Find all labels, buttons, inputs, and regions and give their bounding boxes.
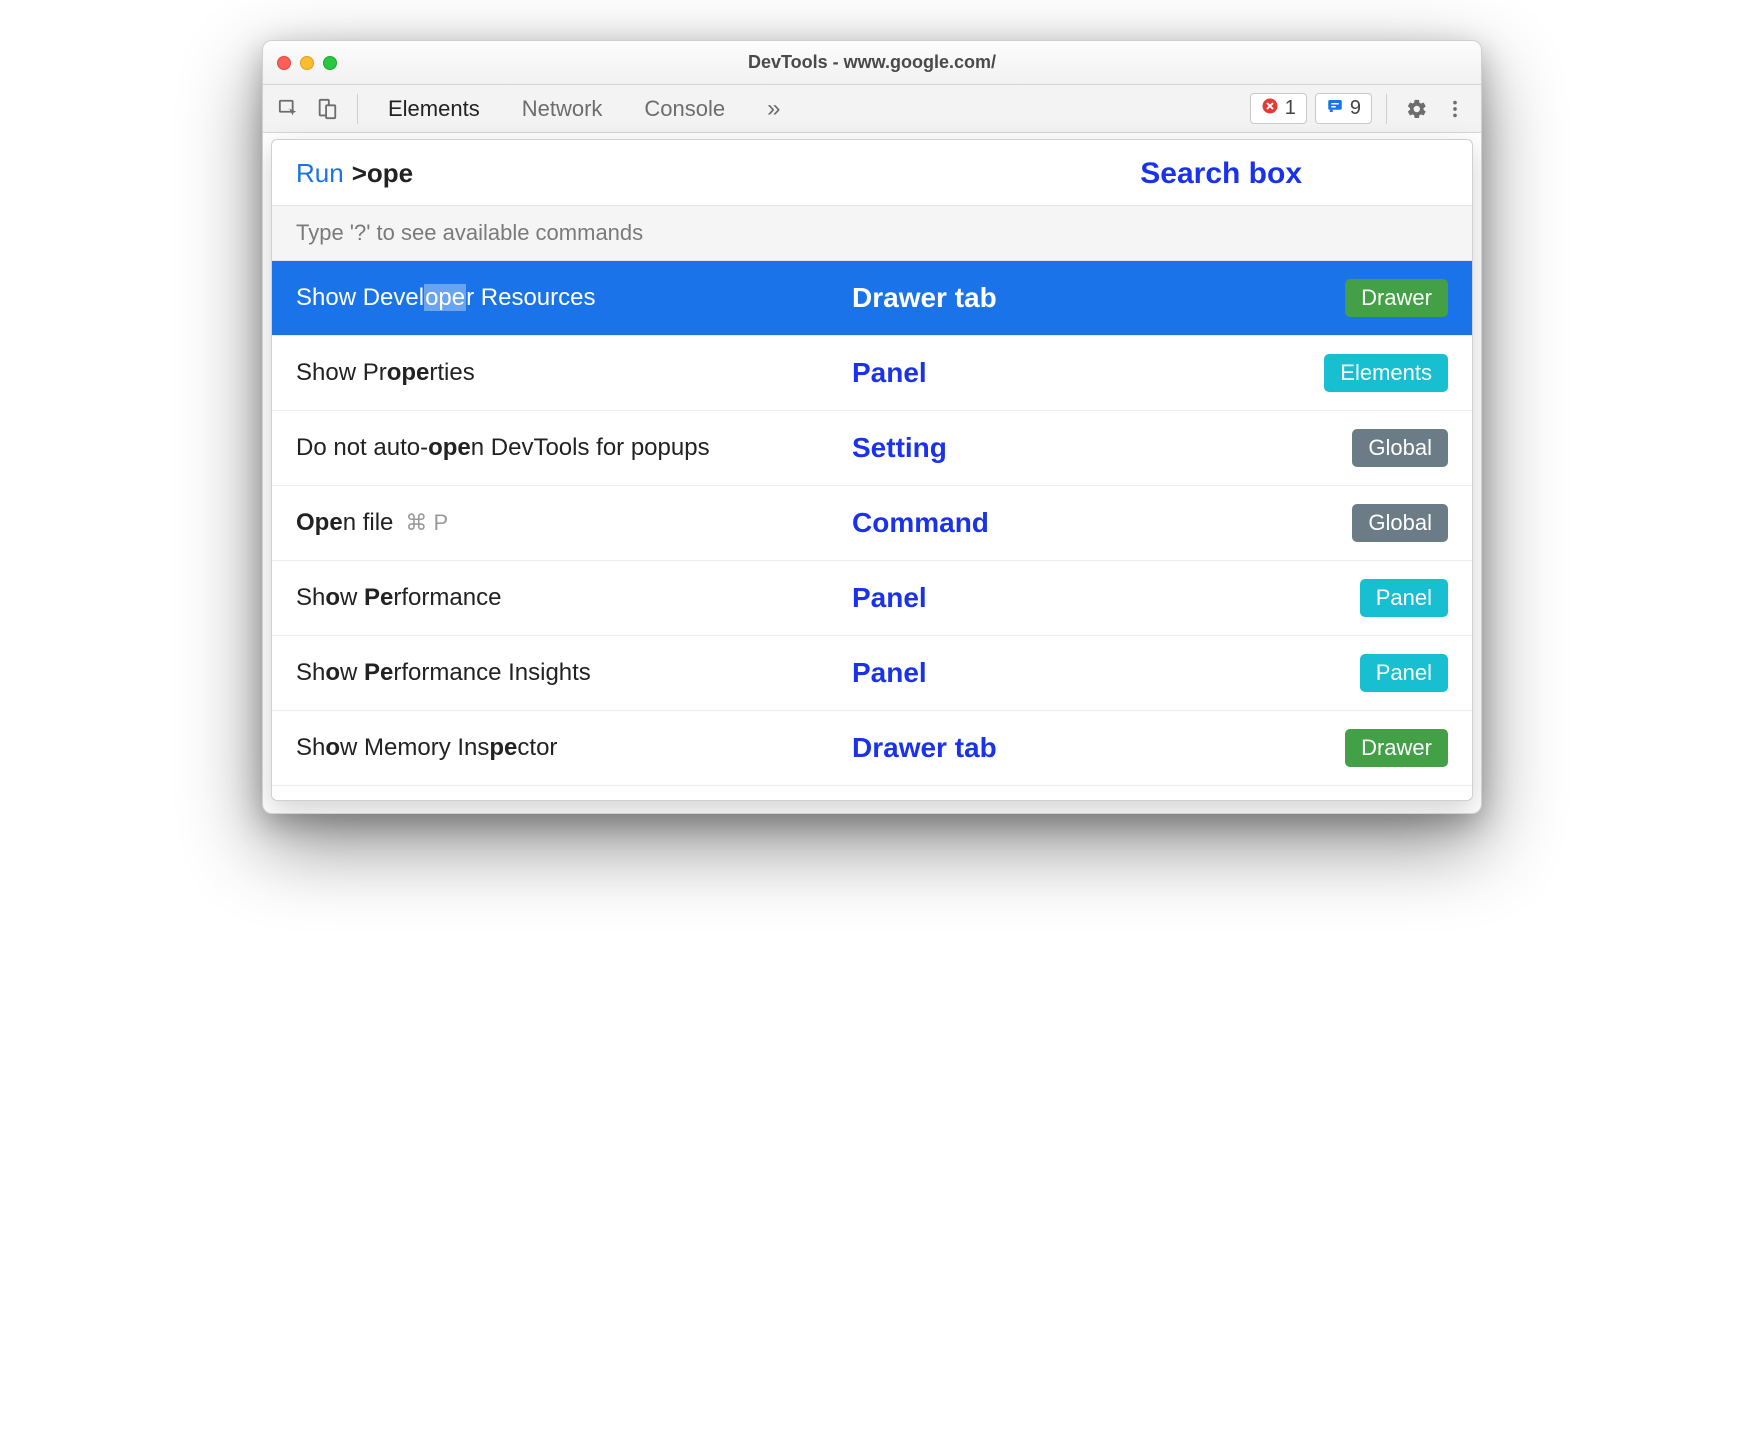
status-badges: 1 9 [1250,93,1372,124]
command-result-row[interactable]: Show Memory Inspector Drawer tab Drawer [272,711,1472,786]
keyboard-shortcut: ⌘ P [405,510,448,536]
category-pill: Panel [1360,579,1448,617]
window-title: DevTools - www.google.com/ [263,52,1481,73]
command-result-text: Show Performance [296,584,501,612]
category-pill: Panel [1360,654,1448,692]
command-menu: Run >ope Search box Type '?' to see avai… [271,139,1473,801]
command-search-row[interactable]: Run >ope Search box [272,140,1472,205]
message-icon [1326,97,1344,120]
annotation-label: Panel [852,657,927,689]
annotation-label: Panel [852,582,927,614]
category-pill: Elements [1324,354,1448,392]
annotation-search-box: Search box [1140,157,1302,191]
titlebar: DevTools - www.google.com/ [263,41,1481,85]
kebab-menu-icon[interactable] [1439,93,1471,125]
tabs-overflow-icon[interactable]: » [761,95,786,123]
annotation-label: Panel [852,357,927,389]
command-hint: Type '?' to see available commands [272,205,1472,261]
command-result-text: Show Performance Insights [296,659,591,687]
settings-gear-icon[interactable] [1401,93,1433,125]
devtools-window: DevTools - www.google.com/ Elements Netw… [262,40,1482,814]
messages-count: 9 [1350,97,1361,120]
command-result-row[interactable]: Open file⌘ P Command Global [272,486,1472,561]
panel-tabs: Elements Network Console » [382,88,786,130]
tab-console[interactable]: Console [638,88,731,130]
command-result-text: Open file⌘ P [296,509,448,537]
errors-count: 1 [1285,97,1296,120]
command-result-row[interactable]: Show Performance Insights Panel Panel [272,636,1472,711]
devtools-toolbar: Elements Network Console » 1 9 [263,85,1481,133]
command-result-text: Do not auto-open DevTools for popups [296,434,710,462]
annotation-label: Drawer tab [852,282,997,314]
command-search-input[interactable]: >ope [352,158,413,189]
annotation-label: Command [852,507,989,539]
tab-network[interactable]: Network [516,88,609,130]
errors-badge[interactable]: 1 [1250,93,1307,124]
category-pill: Global [1352,504,1448,542]
separator [357,94,358,124]
command-result-row[interactable]: Show Performance Panel Panel [272,561,1472,636]
command-result-row[interactable]: Show Properties Panel Elements [272,336,1472,411]
category-pill: Global [1352,429,1448,467]
separator [1386,94,1387,124]
command-result-row[interactable]: Do not auto-open DevTools for popups Sett… [272,411,1472,486]
command-result-text: Show Memory Inspector [296,734,557,762]
messages-badge[interactable]: 9 [1315,93,1372,124]
run-label: Run [296,158,344,189]
command-result-row[interactable]: Show Developer Resources Drawer tab Drawer [272,261,1472,336]
annotation-label: Drawer tab [852,732,997,764]
category-pill: Drawer [1345,279,1448,317]
command-results: Show Developer Resources Drawer tab Drawer… [272,261,1472,786]
tab-elements[interactable]: Elements [382,88,486,130]
command-result-text: Show Properties [296,359,475,387]
inspect-element-icon[interactable] [273,93,305,125]
category-pill: Drawer [1345,729,1448,767]
annotation-label: Setting [852,432,947,464]
error-icon [1261,97,1279,120]
device-toolbar-icon[interactable] [311,93,343,125]
command-result-text: Show Developer Resources [296,284,595,312]
